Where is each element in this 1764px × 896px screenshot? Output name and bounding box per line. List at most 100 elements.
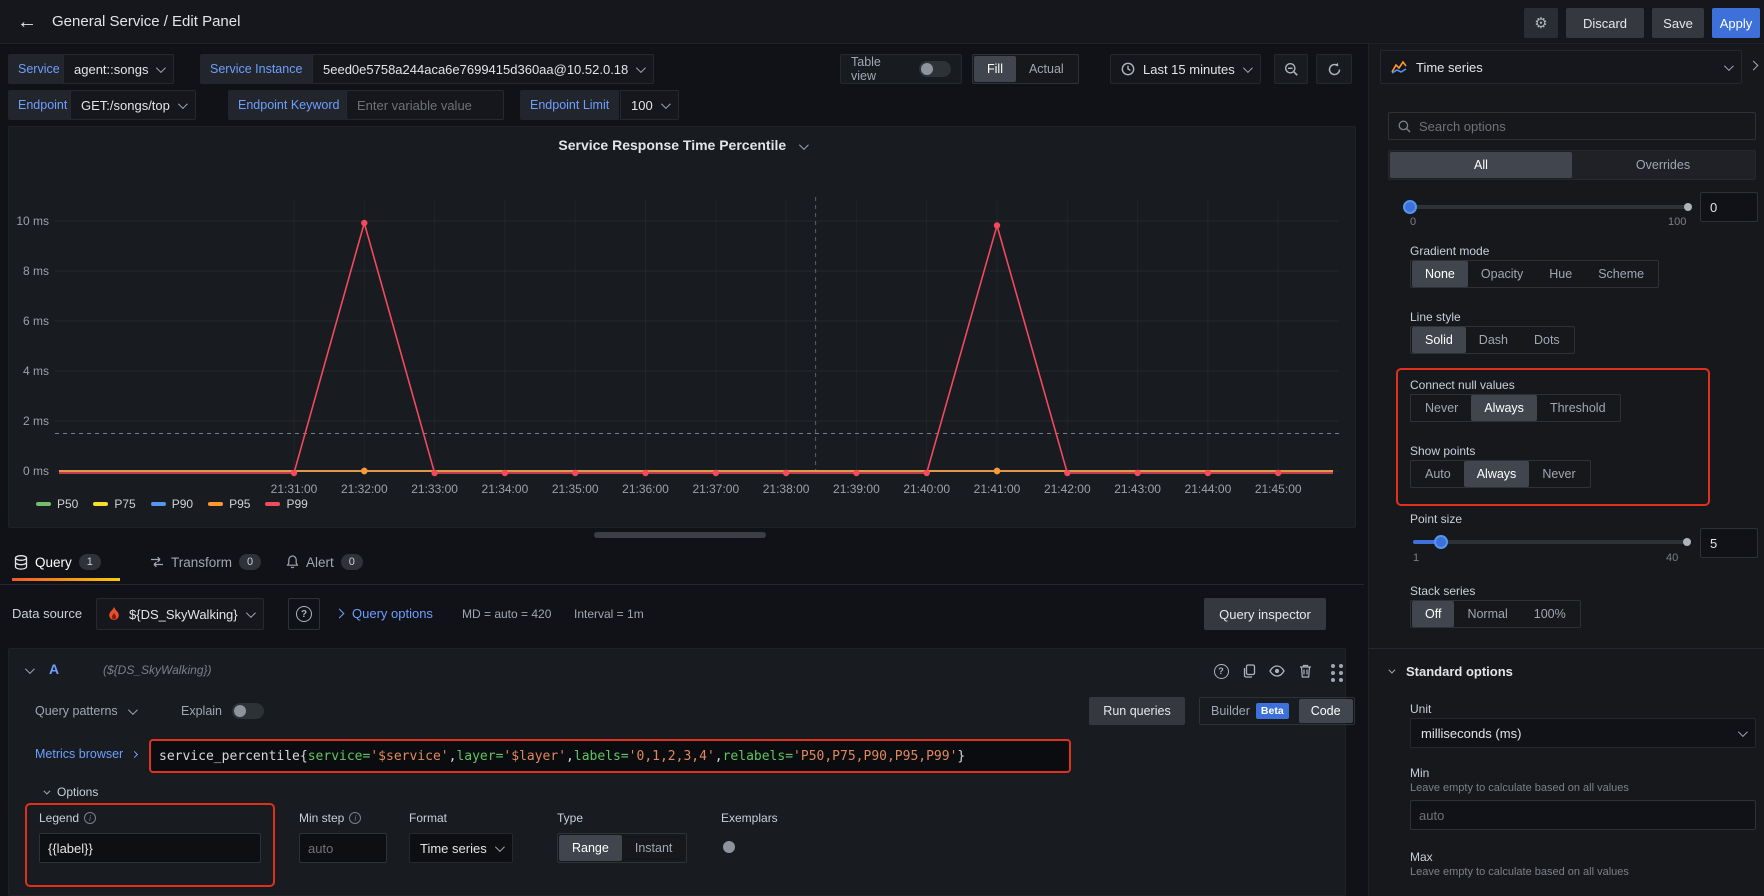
option-threshold[interactable]: Threshold	[1537, 395, 1619, 421]
service-variable-dropdown[interactable]: agent::songs	[63, 54, 174, 84]
option-fill[interactable]: Fill	[974, 56, 1016, 82]
query-ref-id[interactable]: A	[49, 661, 59, 677]
discard-button[interactable]: Discard	[1566, 8, 1644, 38]
options-expander[interactable]: Options	[43, 785, 98, 799]
legend-item-p95[interactable]: P95	[208, 497, 250, 511]
panel-scrollbar[interactable]	[594, 532, 766, 538]
fill-opacity-value-input[interactable]: 0	[1700, 192, 1758, 222]
search-icon	[1398, 120, 1411, 133]
min-step-input[interactable]	[299, 833, 387, 863]
chart-panel: Service Response Time Percentile 0 ms2 m…	[8, 126, 1356, 528]
option-never[interactable]: Never	[1412, 395, 1471, 421]
run-queries-button[interactable]: Run queries	[1089, 697, 1185, 725]
gradient-mode-switch[interactable]: NoneOpacityHueScheme	[1410, 260, 1659, 288]
option-scheme[interactable]: Scheme	[1585, 261, 1657, 287]
code-token: service=	[308, 749, 371, 764]
endpoint-keyword-input[interactable]	[346, 90, 504, 120]
option-auto[interactable]: Auto	[1412, 461, 1464, 487]
apply-button[interactable]: Apply	[1712, 8, 1760, 38]
toggle-query-visibility-button[interactable]	[1265, 659, 1289, 683]
builder-mode-option[interactable]: Builder Beta	[1201, 703, 1299, 719]
option-hue[interactable]: Hue	[1536, 261, 1585, 287]
min-input[interactable]	[1410, 800, 1756, 830]
option-range[interactable]: Range	[559, 835, 622, 861]
option-100-[interactable]: 100%	[1521, 601, 1579, 627]
legend-swatch	[151, 502, 166, 506]
query-patterns-dropdown[interactable]: Query patterns	[35, 697, 135, 725]
explain-toggle[interactable]	[232, 703, 264, 719]
time-series-viz-icon	[1391, 60, 1407, 74]
fill-actual-switch[interactable]: FillActual	[972, 54, 1079, 84]
point-size-slider-handle[interactable]	[1434, 535, 1448, 549]
connect-null-values-switch[interactable]: NeverAlwaysThreshold	[1410, 394, 1621, 422]
option-instant[interactable]: Instant	[622, 835, 686, 861]
bell-icon	[286, 555, 299, 569]
datasource-help-button[interactable]: ?	[288, 598, 320, 630]
show-points-switch[interactable]: AutoAlwaysNever	[1410, 460, 1591, 488]
zoom-out-button[interactable]	[1274, 54, 1308, 84]
duplicate-query-button[interactable]	[1237, 659, 1261, 683]
option-all[interactable]: All	[1390, 152, 1572, 178]
point-size-slider-track[interactable]	[1413, 540, 1687, 544]
query-options-expander[interactable]: Query options	[336, 606, 433, 621]
refresh-button[interactable]	[1316, 54, 1352, 84]
time-range-picker[interactable]: Last 15 minutes	[1110, 54, 1261, 84]
visualization-picker[interactable]: Time series	[1380, 50, 1742, 84]
query-row-collapse-icon[interactable]	[25, 664, 35, 674]
option-never[interactable]: Never	[1529, 461, 1588, 487]
promql-query-input[interactable]: service_percentile{service='$service', l…	[149, 739, 1071, 773]
option-dots[interactable]: Dots	[1521, 327, 1573, 353]
time-series-chart[interactable]: 0 ms2 ms4 ms6 ms8 ms10 ms21:31:0021:32:0…	[9, 127, 1357, 499]
trash-icon	[1299, 664, 1312, 678]
panel-settings-gear-icon[interactable]: ⚙	[1524, 8, 1558, 38]
datasource-picker[interactable]: ${DS_SkyWalking}	[96, 598, 264, 630]
query-inspector-button[interactable]: Query inspector	[1204, 598, 1326, 630]
option-solid[interactable]: Solid	[1412, 327, 1466, 353]
metrics-browser-button[interactable]: Metrics browser	[35, 747, 137, 761]
code-token: relabels=	[723, 749, 793, 764]
type-switch[interactable]: RangeInstant	[557, 833, 687, 863]
options-search-input[interactable]	[1419, 119, 1719, 134]
option-always[interactable]: Always	[1464, 461, 1530, 487]
options-search-box[interactable]	[1388, 112, 1756, 140]
chevron-down-icon	[1738, 727, 1748, 737]
fill-opacity-slider-handle[interactable]	[1403, 200, 1417, 214]
option-opacity[interactable]: Opacity	[1468, 261, 1536, 287]
standard-options-expander[interactable]: Standard options	[1388, 664, 1513, 679]
legend-format-input[interactable]	[39, 833, 261, 863]
alert-count-badge: 0	[341, 554, 363, 570]
point-size-value-input[interactable]: 5	[1700, 528, 1758, 558]
legend-item-p90[interactable]: P90	[151, 497, 193, 511]
legend-item-p99[interactable]: P99	[265, 497, 307, 511]
tab-query[interactable]: Query 1	[14, 544, 101, 580]
option-off[interactable]: Off	[1412, 601, 1454, 627]
svg-text:21:40:00: 21:40:00	[903, 482, 950, 496]
fill-opacity-slider-track[interactable]	[1410, 205, 1688, 209]
option-overrides[interactable]: Overrides	[1572, 152, 1754, 178]
delete-query-button[interactable]	[1293, 659, 1317, 683]
option-dash[interactable]: Dash	[1466, 327, 1521, 353]
back-arrow-icon[interactable]: ←	[12, 8, 42, 36]
tab-alert[interactable]: Alert 0	[286, 544, 363, 580]
option-actual[interactable]: Actual	[1016, 56, 1077, 82]
format-dropdown[interactable]: Time series	[409, 833, 513, 863]
gradient-mode-label: Gradient mode	[1410, 244, 1489, 258]
endpoint-variable-dropdown[interactable]: GET:/songs/top	[70, 90, 196, 120]
tab-transform[interactable]: Transform 0	[150, 544, 261, 580]
all-overrides-tabs[interactable]: AllOverrides	[1388, 150, 1756, 180]
drag-handle[interactable]	[1323, 661, 1343, 685]
option-normal[interactable]: Normal	[1454, 601, 1520, 627]
save-button[interactable]: Save	[1652, 8, 1704, 38]
unit-dropdown[interactable]: milliseconds (ms)	[1410, 718, 1756, 748]
legend-item-p75[interactable]: P75	[93, 497, 135, 511]
line-style-switch[interactable]: SolidDashDots	[1410, 326, 1575, 354]
service-instance-variable-dropdown[interactable]: 5eed0e5758a244aca6e7699415d360aa@10.52.0…	[312, 54, 654, 84]
query-help-button[interactable]: ?	[1209, 659, 1233, 683]
legend-item-p50[interactable]: P50	[36, 497, 78, 511]
stack-series-switch[interactable]: OffNormal100%	[1410, 600, 1581, 628]
table-view-toggle[interactable]	[919, 61, 951, 77]
code-mode-option[interactable]: Code	[1299, 699, 1353, 723]
option-always[interactable]: Always	[1471, 395, 1537, 421]
endpoint-limit-dropdown[interactable]: 100	[620, 90, 679, 120]
option-none[interactable]: None	[1412, 261, 1468, 287]
